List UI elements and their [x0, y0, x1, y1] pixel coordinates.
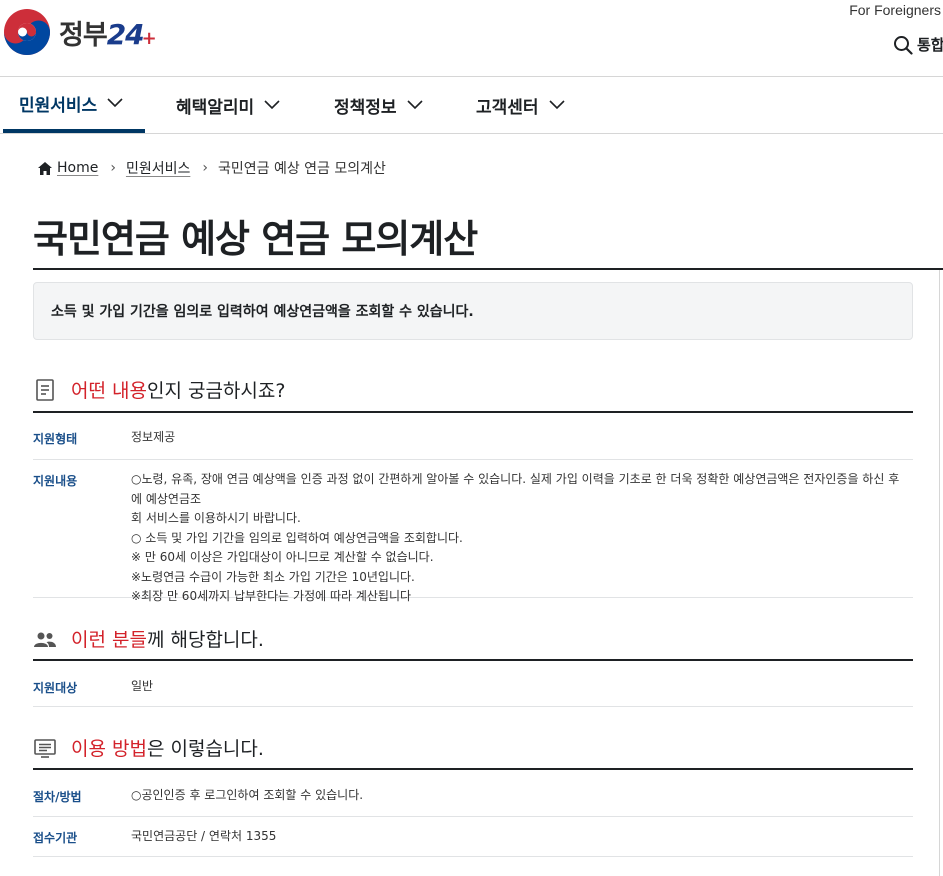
section-title-rest: 은 이렇습니다.	[146, 738, 264, 760]
section-title-highlight: 이런 분들	[71, 629, 147, 651]
site-header: 정부 24 + For Foreigners 통합	[0, 0, 943, 77]
section-how-heading: 이용 방법은 이렇습니다.	[33, 734, 264, 761]
info-row-target: 지원대상 일반	[33, 661, 913, 707]
gnb-item-label: 민원서비스	[19, 95, 98, 116]
row-value-line: 정보제공	[131, 430, 176, 444]
section-title: 어떤 내용인지 궁금하시죠?	[71, 376, 285, 403]
section-who-heading: 이런 분들께 해당합니다.	[33, 625, 264, 652]
row-label: 지원내용	[33, 474, 78, 488]
row-value-line: ※ 만 60세 이상은 가입대상이 아니므로 계산할 수 없습니다.	[131, 550, 434, 564]
document-icon	[36, 378, 54, 401]
site-logo[interactable]: 정부 24 +	[3, 8, 157, 56]
row-value: 국민연금공단 / 연락처 1355	[131, 827, 901, 847]
section-title: 이런 분들께 해당합니다.	[71, 625, 264, 652]
content-edge-divider	[939, 270, 940, 876]
row-label: 접수기관	[33, 831, 78, 845]
row-value-line: 국민연금공단 / 연락처 1355	[131, 829, 277, 843]
gnb-item-customer-center[interactable]: 고객센터	[460, 77, 581, 133]
row-value-line: ○ 소득 및 가입 기간을 임의로 입력하여 예상연금액을 조회합니다.	[131, 530, 463, 545]
gnb-item-label: 고객센터	[476, 97, 539, 118]
gnb-item-label: 정책정보	[334, 97, 397, 118]
row-value-line: ※최장 만 60세까지 납부한다는 가정에 따라 계산됩니다	[131, 589, 412, 603]
row-value: 정보제공	[131, 428, 901, 448]
row-value: ○공인인증 후 로그인하여 조회할 수 있습니다.	[131, 786, 901, 806]
page-title: 국민연금 예상 연금 모의계산	[33, 217, 478, 261]
gnb-item-civil-service[interactable]: 민원서비스	[3, 77, 145, 133]
breadcrumb-separator-icon: ›	[202, 160, 208, 176]
logo-plus: +	[141, 27, 157, 49]
row-value-line: ○노령, 유족, 장애 연금 예상액을 인증 과정 없이 간편하게 알아볼 수 …	[131, 472, 900, 506]
summary-box: 소득 및 가입 기간을 임의로 입력하여 예상연금액을 조회할 수 있습니다.	[33, 282, 913, 340]
row-value-line: 일반	[131, 679, 154, 693]
section-title-rest: 인지 궁금하시죠?	[146, 380, 286, 402]
breadcrumb-separator-icon: ›	[110, 160, 116, 176]
row-value-line: ※노령연금 수급이 가능한 최소 가입 기간은 10년입니다.	[131, 569, 415, 584]
row-value: ○노령, 유족, 장애 연금 예상액을 인증 과정 없이 간편하게 알아볼 수 …	[131, 470, 901, 607]
search-button[interactable]: 통합	[893, 34, 943, 55]
monitor-list-icon	[34, 738, 56, 758]
info-row-procedure: 절차/방법 ○공인인증 후 로그인하여 조회할 수 있습니다.	[33, 770, 913, 817]
row-label: 절차/방법	[33, 790, 82, 804]
chevron-down-icon	[264, 100, 280, 110]
section-title-highlight: 어떤 내용	[71, 380, 147, 402]
breadcrumb-civil-service-link[interactable]: 민원서비스	[126, 158, 190, 178]
home-icon	[38, 161, 52, 175]
row-value-line: 회 서비스를 이용하시기 바랍니다.	[131, 511, 301, 525]
logo-wordmark: 정부 24 +	[59, 13, 157, 52]
gnb-item-policy[interactable]: 정책정보	[318, 77, 439, 133]
row-label: 지원대상	[33, 681, 78, 695]
taegeuk-logo-icon	[4, 9, 50, 55]
search-label: 통합	[917, 36, 943, 54]
section-title-rest: 께 해당합니다.	[146, 629, 264, 651]
info-row-support-type: 지원형태 정보제공	[33, 413, 913, 460]
summary-text: 소득 및 가입 기간을 임의로 입력하여 예상연금액을 조회할 수 있습니다.	[51, 304, 474, 320]
chevron-down-icon	[107, 98, 123, 108]
row-label: 지원형태	[33, 432, 78, 446]
main-navigation: 민원서비스 혜택알리미 정책정보 고객센터	[0, 77, 943, 134]
row-value: 일반	[131, 677, 901, 697]
breadcrumb-current: 국민연금 예상 연금 모의계산	[217, 161, 386, 177]
for-foreigners-link[interactable]: For Foreigners	[849, 2, 941, 18]
title-divider	[33, 268, 943, 270]
info-row-agency: 접수기관 국민연금공단 / 연락처 1355	[33, 817, 913, 857]
section-title-highlight: 이용 방법	[71, 738, 147, 760]
chevron-down-icon	[406, 100, 423, 110]
breadcrumb: Home › 민원서비스 › 국민연금 예상 연금 모의계산	[38, 158, 386, 178]
logo-number: 24	[106, 17, 145, 51]
row-value-line: ○공인인증 후 로그인하여 조회할 수 있습니다.	[131, 788, 364, 802]
gnb-item-label: 혜택알리미	[176, 97, 255, 118]
logo-text: 정부	[59, 19, 108, 51]
gnb-item-benefits[interactable]: 혜택알리미	[160, 77, 296, 133]
section-title: 이용 방법은 이렇습니다.	[71, 734, 264, 761]
section-what-heading: 어떤 내용인지 궁금하시죠?	[33, 376, 285, 403]
search-icon	[894, 35, 913, 55]
chevron-down-icon	[548, 100, 565, 110]
breadcrumb-home-link[interactable]: Home	[57, 160, 98, 176]
people-icon	[34, 632, 56, 647]
info-row-support-content: 지원내용 ○노령, 유족, 장애 연금 예상액을 인증 과정 없이 간편하게 알…	[33, 460, 913, 603]
